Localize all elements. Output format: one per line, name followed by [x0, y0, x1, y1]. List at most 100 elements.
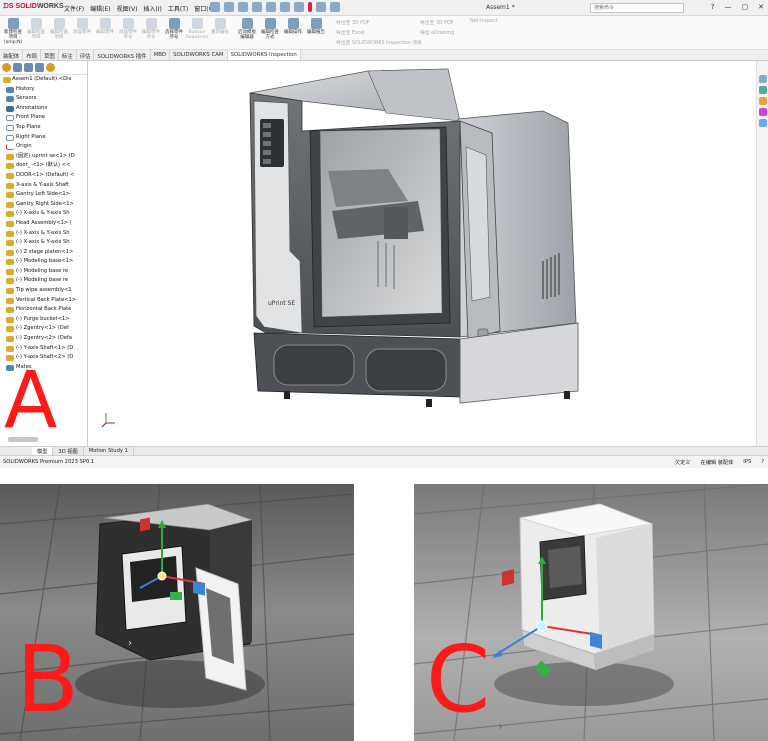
- tree-item[interactable]: Head Assembly<1> (: [2, 219, 87, 229]
- export-item-0[interactable]: 导出至 3D PDF: [336, 19, 370, 26]
- menu-item-2[interactable]: 视图(V): [117, 4, 138, 13]
- tab-3[interactable]: 标注: [59, 50, 77, 60]
- tree-item[interactable]: (-) X-axis & Y-axis Sh: [2, 238, 87, 248]
- new-doc-icon[interactable]: [224, 2, 234, 12]
- save-icon[interactable]: [252, 2, 262, 12]
- command-button-4[interactable]: 编辑零件: [94, 18, 116, 35]
- close-icon[interactable]: ✕: [758, 3, 764, 11]
- command-icon: [287, 18, 299, 29]
- tree-item[interactable]: History: [2, 85, 87, 95]
- open-icon[interactable]: [238, 2, 248, 12]
- tree-item[interactable]: Tip wipe assembly<1: [2, 286, 87, 296]
- command-button-11[interactable]: 编辑检查方式: [259, 18, 281, 40]
- tab-7[interactable]: SOLIDWORKS CAM: [170, 50, 228, 60]
- tree-item[interactable]: (-) Zgentry<2> (Defa: [2, 334, 87, 344]
- export-item-2[interactable]: 导出至 SOLIDWORKS Inspection 项目: [336, 39, 422, 46]
- tab-4[interactable]: 评估: [77, 50, 95, 60]
- command-button-9[interactable]: 重新编号: [209, 18, 231, 35]
- configuration-manager-icon[interactable]: [24, 63, 33, 72]
- tree-item[interactable]: (-) Y-axis Shaft<1> (D: [2, 344, 87, 354]
- export-item-5[interactable]: Net-Inspect: [470, 19, 498, 24]
- display-manager-icon[interactable]: [46, 63, 55, 72]
- export-item-1[interactable]: 导出至 Excel: [336, 29, 365, 36]
- tree-item[interactable]: (-) Modeling base re: [2, 267, 87, 277]
- tree-item[interactable]: Gantry Right Side<1>: [2, 200, 87, 210]
- export-item-4[interactable]: 导出 eDrawing: [420, 29, 454, 36]
- command-button-0[interactable]: 新建检查项目 (amp;N): [2, 18, 24, 45]
- property-manager-icon[interactable]: [13, 63, 22, 72]
- tab-6[interactable]: MBD: [151, 50, 171, 60]
- tab-5[interactable]: SOLIDWORKS 插件: [94, 50, 151, 60]
- dimxpert-icon[interactable]: [35, 63, 44, 72]
- tree-item[interactable]: Gantry Left Side<1>: [2, 190, 87, 200]
- tree-item[interactable]: Annotations: [2, 104, 87, 114]
- tree-item[interactable]: Vertical Back Plate<1>: [2, 296, 87, 306]
- menu-item-1[interactable]: 编辑(E): [90, 4, 110, 13]
- model-tab-2[interactable]: Motion Study 1: [84, 447, 134, 455]
- tree-item[interactable]: (-) X-axis & Y-axis Sh: [2, 209, 87, 219]
- command-button-1[interactable]: 编辑检查项目: [25, 18, 47, 40]
- menu-item-4[interactable]: 工具(T): [168, 4, 188, 13]
- tab-0[interactable]: 装配体: [0, 50, 24, 60]
- undo-icon[interactable]: [280, 2, 290, 12]
- menu-item-3[interactable]: 插入(I): [143, 4, 161, 13]
- command-button-12[interactable]: 编辑操作: [282, 18, 304, 35]
- command-button-3[interactable]: 添加零件: [71, 18, 93, 35]
- feature-manager-icon[interactable]: [2, 63, 11, 72]
- tree-item[interactable]: Front Plane: [2, 113, 87, 123]
- tree-item[interactable]: Top Plane: [2, 123, 87, 133]
- tree-item[interactable]: (-) Zgentry<1> (Def: [2, 324, 87, 334]
- options-gear-icon[interactable]: [330, 2, 340, 12]
- command-button-7[interactable]: 选择零件序号: [163, 18, 185, 40]
- command-button-6[interactable]: 编辑零件序号: [140, 18, 162, 40]
- tab-2[interactable]: 草图: [41, 50, 59, 60]
- command-button-13[interactable]: 编辑报告: [305, 18, 327, 35]
- help-icon[interactable]: ?: [711, 3, 715, 11]
- model-tab-0[interactable]: 模型: [32, 447, 54, 455]
- tree-item[interactable]: (-) Purge bucket<1>: [2, 315, 87, 325]
- model-tab-1[interactable]: 3D 视图: [53, 447, 84, 455]
- custom-properties-icon[interactable]: [759, 119, 767, 127]
- tree-item[interactable]: DOOR<1> (Default) <: [2, 171, 87, 181]
- tree-item-label: History: [16, 85, 35, 92]
- tree-item[interactable]: door_ <1> (默认) <<: [2, 161, 87, 171]
- select-icon[interactable]: [294, 2, 304, 12]
- command-button-10[interactable]: 启动模板编辑器: [236, 18, 258, 40]
- file-properties-icon[interactable]: [316, 2, 326, 12]
- tree-item[interactable]: (固定) uprint se<1> (D: [2, 152, 87, 162]
- home-icon[interactable]: [210, 2, 220, 12]
- tree-item[interactable]: Right Plane: [2, 133, 87, 143]
- tree-item[interactable]: X-axis & Y-axis Shaft: [2, 181, 87, 191]
- tree-item[interactable]: (-) X-axis & Y-axis Sh: [2, 229, 87, 239]
- file-explorer-icon[interactable]: [759, 97, 767, 105]
- tree-item[interactable]: Sensors: [2, 94, 87, 104]
- tree-item-label: Right Plane: [16, 133, 46, 140]
- status-version: SOLIDWORKS Premium 2023 SP0.1: [3, 459, 95, 465]
- command-button-5[interactable]: 添加零件序号: [117, 18, 139, 40]
- rebuild-icon[interactable]: [308, 2, 312, 12]
- print-icon[interactable]: [266, 2, 276, 12]
- resources-icon[interactable]: [759, 75, 767, 83]
- tree-item[interactable]: (-) Modeling base<1>: [2, 257, 87, 267]
- menu-item-0[interactable]: 文件(F): [64, 4, 84, 13]
- tree-root-assembly[interactable]: Assem1 (Default) <Dis: [2, 75, 87, 85]
- graphics-viewport[interactable]: uPrint SE: [88, 61, 756, 446]
- tree-item[interactable]: Origin: [2, 142, 87, 152]
- tree-item[interactable]: (-) Z stage platen<1>: [2, 248, 87, 258]
- tab-8[interactable]: SOLIDWORKS Inspection: [227, 50, 301, 60]
- export-item-3[interactable]: 导出至 3D PDF: [420, 19, 454, 26]
- command-label: 编辑零件序号: [142, 30, 160, 40]
- tree-item[interactable]: (-) Modeling base re: [2, 276, 87, 286]
- tab-1[interactable]: 布局: [23, 50, 41, 60]
- tree-item[interactable]: Horizontal Back Plate: [2, 305, 87, 315]
- maximize-icon[interactable]: ▢: [742, 3, 749, 11]
- chevron-right-icon-c: ›: [498, 719, 503, 733]
- status-item-3[interactable]: ?: [761, 459, 764, 466]
- command-button-2[interactable]: 编辑检查项目: [48, 18, 70, 40]
- design-library-icon[interactable]: [759, 86, 767, 94]
- minimize-icon[interactable]: —: [725, 3, 732, 11]
- command-icon: [168, 18, 180, 29]
- search-commands-input[interactable]: [590, 3, 684, 13]
- appearances-icon[interactable]: [759, 108, 767, 116]
- command-button-8[interactable]: Balloon Sequence: [186, 18, 208, 40]
